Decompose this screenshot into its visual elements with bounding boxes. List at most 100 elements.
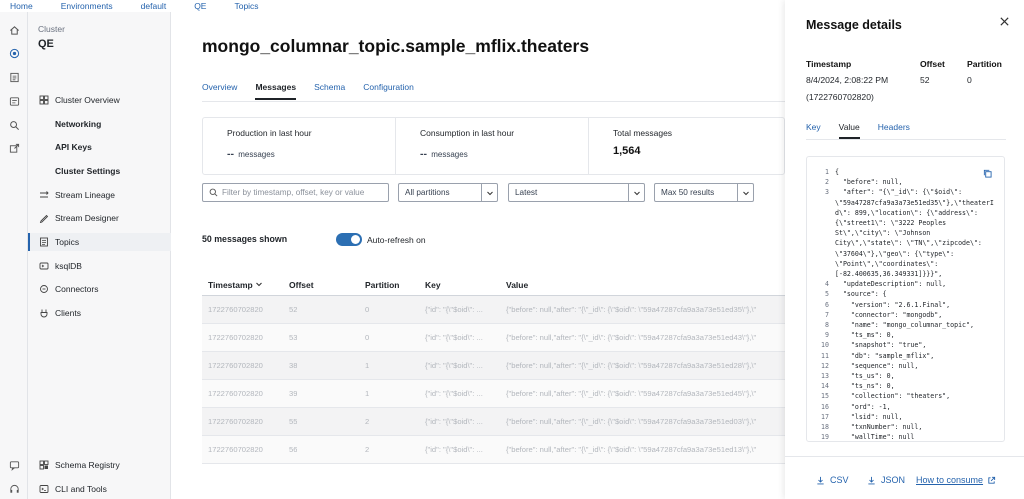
sidebar: Cluster QE Cluster Overview Networking A… (28, 12, 171, 499)
code-line: 16 "ord": -1, (811, 402, 991, 412)
partitions-select[interactable]: All partitions (398, 183, 498, 202)
code-line: \"59a47287cfa9a3a73e51ed35\"},\"theaterI (811, 198, 994, 208)
code-line: St\",\"city\": \"Johnson (811, 228, 991, 238)
breadcrumb-environments[interactable]: Environments (61, 1, 113, 11)
search-icon (209, 188, 218, 197)
drawer-title: Message details (806, 18, 902, 32)
code-text: d\": 899,\"location\": {\"address\": (835, 208, 978, 217)
tab-key[interactable]: Key (806, 122, 821, 139)
sidebar-item-ksqldb[interactable]: ksqlDB (28, 257, 171, 275)
search-placeholder: Filter by timestamp, offset, key or valu… (222, 188, 365, 197)
sidebar-item-label: Schema Registry (55, 460, 120, 470)
headset-icon[interactable] (8, 483, 20, 495)
code-line: 13 "ts_us": 0, (811, 371, 991, 381)
code-lines: 1{2 "before": null, 3 "after": "{\"_id\":… (811, 167, 994, 441)
drawer-tab-divider (806, 139, 1006, 140)
sidebar-item-connectors[interactable]: Connectors (28, 280, 171, 298)
column-offset: Offset (289, 280, 314, 290)
sidebar-item-label: Stream Lineage (55, 190, 116, 200)
stat-consumption: Consumption in last hour -- messages (395, 118, 588, 174)
chat-icon[interactable] (8, 459, 20, 471)
data-icon[interactable] (8, 95, 20, 107)
sidebar-item-stream-designer[interactable]: Stream Designer (28, 209, 171, 227)
stat-production: Production in last hour -- messages (203, 118, 395, 174)
topic-tabs: Overview Messages Schema Configuration (202, 82, 432, 100)
json-label: JSON (881, 475, 906, 485)
cell-partition: 2 (365, 445, 370, 454)
breadcrumb-default[interactable]: default (141, 1, 167, 11)
list-icon[interactable] (8, 71, 20, 83)
share-icon[interactable] (8, 142, 20, 154)
cell-value: {"before": null,"after": "{\"_id\": {\"$… (506, 389, 757, 398)
search-icon[interactable] (8, 119, 20, 131)
column-timestamp[interactable]: Timestamp (208, 280, 263, 290)
stat-number: -- (420, 148, 427, 160)
globe-icon[interactable] (8, 47, 20, 59)
code-text: "txnNumber": null, (835, 423, 923, 432)
auto-refresh-toggle[interactable] (336, 233, 362, 246)
stat-number: -- (227, 148, 234, 160)
breadcrumb-home[interactable]: Home (10, 1, 33, 11)
line-number: 15 (821, 392, 829, 401)
sidebar-item-label: Cluster Overview (55, 95, 120, 105)
sidebar-item-schema-registry[interactable]: Schema Registry (28, 456, 171, 474)
tab-overview[interactable]: Overview (202, 82, 237, 100)
table-row[interactable]: 1722760702820 39 1 {"id": "{\"$oid\": ... {"… (202, 380, 785, 408)
stats-panel: Production in last hour -- messages Cons… (202, 117, 785, 175)
sidebar-item-label: Clients (55, 308, 81, 318)
code-line: 12 "sequence": null, (811, 361, 991, 371)
table-row[interactable]: 1722760702820 55 2 {"id": "{\"$oid\": ... {"… (202, 408, 785, 436)
stat-label: Total messages (613, 128, 673, 138)
cluster-name: QE (38, 38, 54, 50)
tab-messages[interactable]: Messages (255, 82, 297, 100)
sidebar-item-api-keys[interactable]: API Keys (28, 138, 171, 156)
breadcrumb-qe[interactable]: QE (194, 1, 206, 11)
code-text: "ts_us": 0, (835, 372, 895, 381)
sidebar-item-cluster-overview[interactable]: Cluster Overview (28, 91, 171, 109)
cluster-label: Cluster (38, 24, 65, 34)
tab-schema[interactable]: Schema (314, 82, 345, 100)
table-row[interactable]: 1722760702820 38 1 {"id": "{\"$oid\": ... {"… (202, 352, 785, 380)
download-csv-button[interactable]: CSV (816, 475, 849, 485)
tab-value[interactable]: Value (838, 122, 860, 139)
sidebar-item-topics[interactable]: Topics (28, 233, 171, 251)
close-icon[interactable] (999, 16, 1011, 28)
line-number (811, 238, 829, 248)
copy-icon[interactable] (983, 169, 993, 179)
column-label: Timestamp (208, 280, 253, 290)
position-select[interactable]: Latest (508, 183, 645, 202)
column-value: Value (506, 280, 529, 290)
sidebar-item-cli-tools[interactable]: CLI and Tools (28, 480, 171, 498)
designer-icon (38, 212, 50, 224)
sidebar-item-networking[interactable]: Networking (28, 115, 171, 133)
position-value: Latest (515, 188, 538, 197)
search-input[interactable]: Filter by timestamp, offset, key or valu… (202, 183, 389, 202)
line-number: 1 (825, 168, 829, 176)
table-row[interactable]: 1722760702820 52 0 {"id": "{\"$oid\": ... {"… (202, 296, 785, 324)
cell-timestamp: 1722760702820 (208, 361, 263, 370)
cell-timestamp: 1722760702820 (208, 417, 263, 426)
download-json-button[interactable]: JSON (867, 475, 905, 485)
code-text: "before": null, (835, 178, 903, 187)
sidebar-item-stream-lineage[interactable]: Stream Lineage (28, 186, 171, 204)
code-line: 8 "name": "mongo_columnar_topic", (811, 320, 991, 330)
sidebar-item-clients[interactable]: Clients (28, 304, 171, 322)
how-to-consume-link[interactable]: How to consume (916, 475, 996, 485)
home-icon[interactable] (8, 24, 20, 36)
drawer-footer: CSV JSON How to consume (785, 456, 1024, 499)
table-row[interactable]: 1722760702820 56 2 {"id": "{\"$oid\": ... {"… (202, 436, 785, 464)
value-code-viewer[interactable]: 1{2 "before": null, 3 "after": "{\"_id\":… (806, 156, 1005, 442)
connectors-icon (38, 283, 50, 295)
max-results-select[interactable]: Max 50 results (654, 183, 754, 202)
line-number: 12 (821, 361, 829, 370)
tab-headers[interactable]: Headers (878, 122, 910, 139)
tab-configuration[interactable]: Configuration (363, 82, 414, 100)
cell-offset: 39 (289, 389, 298, 398)
breadcrumb-topics[interactable]: Topics (234, 1, 258, 11)
sidebar-item-cluster-settings[interactable]: Cluster Settings (28, 162, 171, 180)
auto-refresh-label: Auto-refresh on (367, 235, 426, 245)
table-row[interactable]: 1722760702820 53 0 {"id": "{\"$oid\": ... {"… (202, 324, 785, 352)
line-number (811, 208, 829, 218)
line-number (811, 198, 829, 208)
code-text: City\",\"state\": \"TN\",\"zipcode\": (835, 239, 982, 248)
